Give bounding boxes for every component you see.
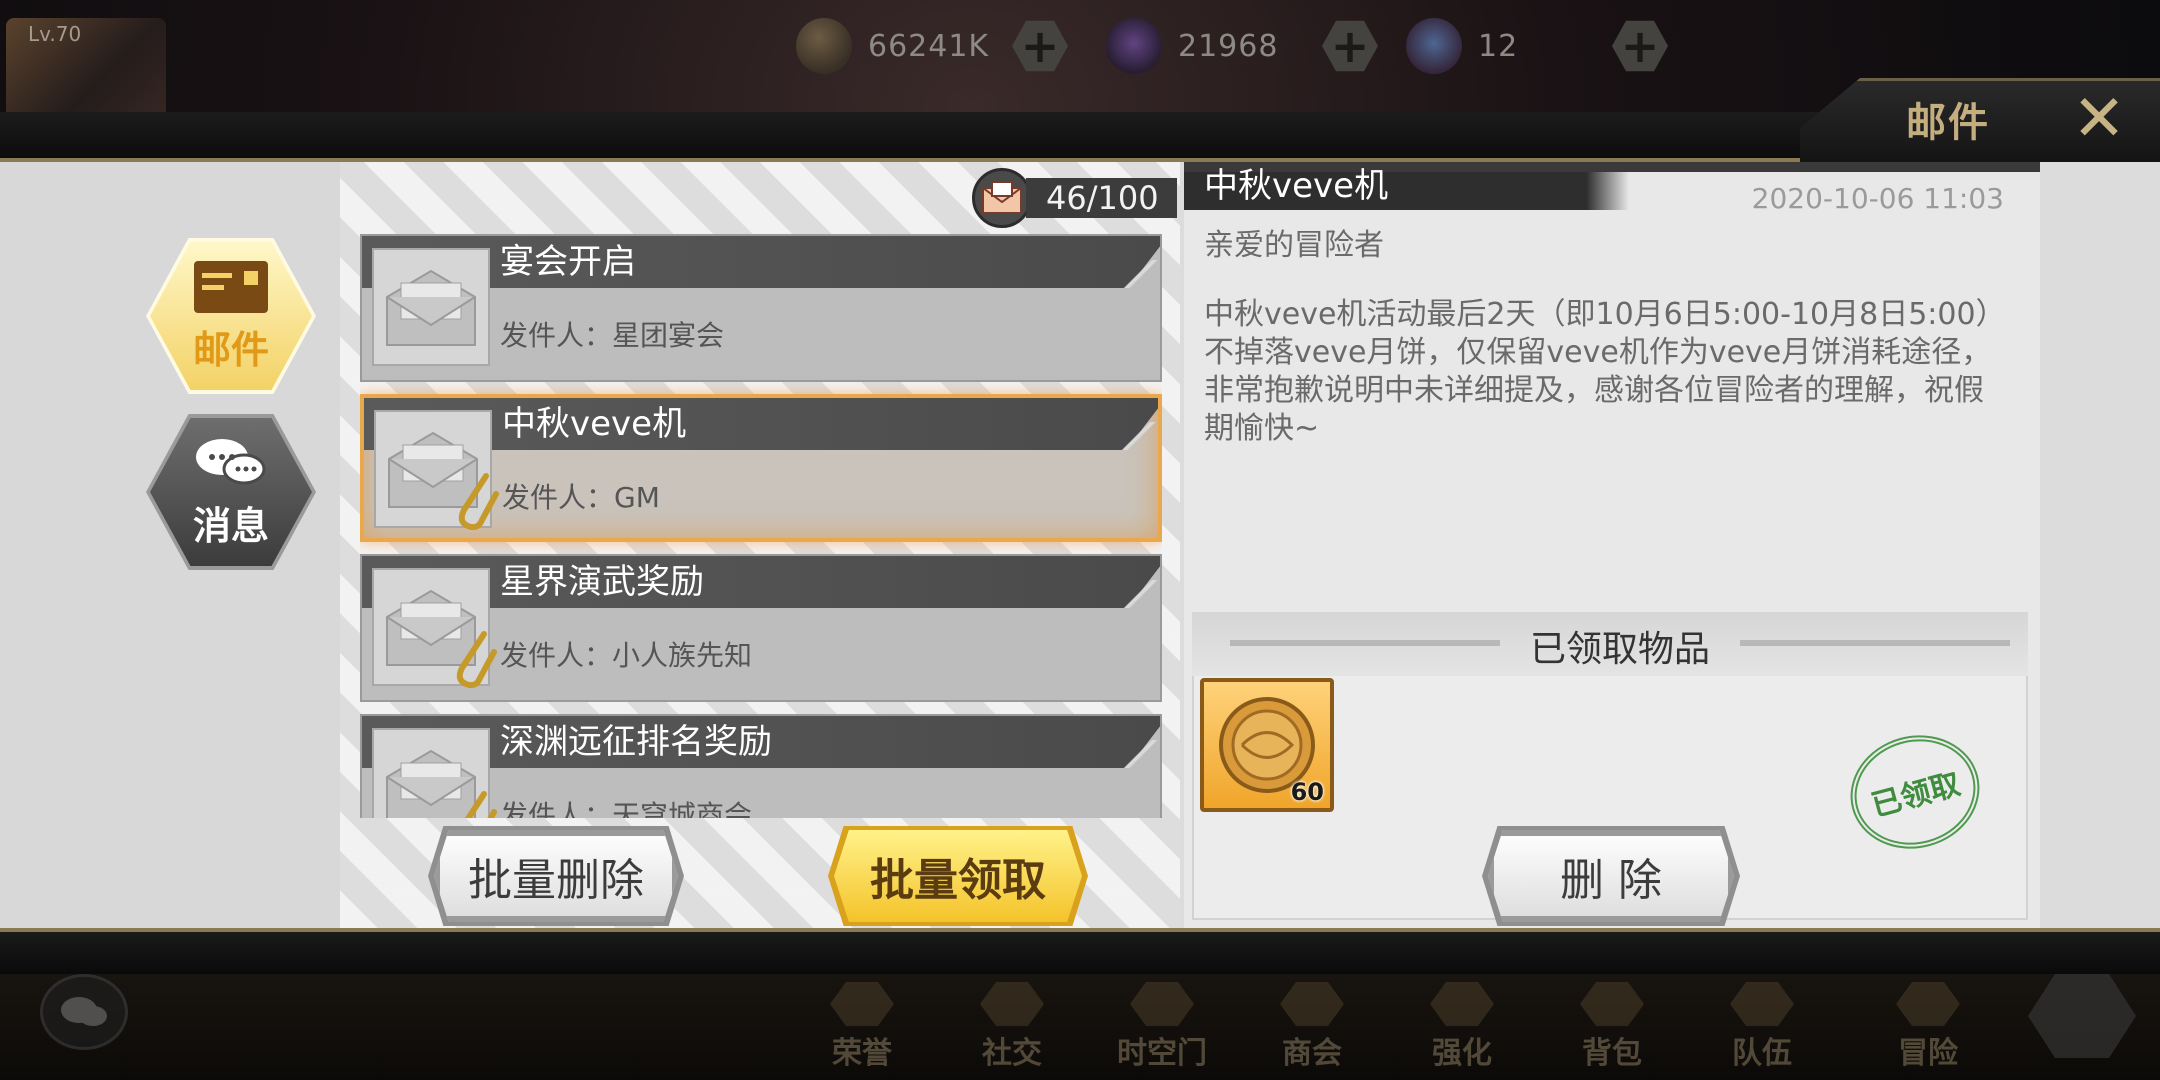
nav-label: 商会 [1282, 1036, 1342, 1071]
paperclip-icon [456, 631, 497, 689]
token-resource: 12 + [1406, 18, 1668, 74]
guild-icon [1280, 982, 1344, 1026]
mail-item[interactable]: 深渊远征排名奖励 发件人：天穹城商会 [360, 714, 1162, 818]
batch-delete-button[interactable]: 批量删除 [434, 830, 678, 922]
nav-label: 荣誉 [832, 1036, 892, 1071]
nav-label: 冒险 [1898, 1036, 1958, 1071]
gold-value: 66241K [868, 28, 990, 64]
close-button[interactable]: ✕ [2068, 87, 2130, 151]
mail-item-sender: 发件人：GM [502, 481, 660, 514]
purple-gem-icon [1106, 18, 1162, 74]
frame-bottom [0, 928, 2160, 974]
team-icon [1730, 982, 1794, 1026]
nav-label: 社交 [982, 1036, 1042, 1071]
chat-button[interactable] [40, 974, 128, 1050]
mail-count: 46/100 [1026, 178, 1177, 218]
mail-detail-title: 中秋veve机 [1204, 166, 1389, 206]
mail-item-sender: 发件人：星团宴会 [500, 319, 725, 352]
portal-icon [1130, 982, 1194, 1026]
opened-envelope-icon [372, 248, 490, 366]
corner-decoration [1120, 740, 1160, 768]
nav-portal[interactable]: 时空门 [1092, 980, 1232, 1072]
mail-timestamp: 2020-10-06 11:03 [1751, 182, 2004, 215]
nav-honor[interactable]: 荣誉 [792, 980, 932, 1072]
mail-greeting: 亲爱的冒险者 [1204, 228, 1384, 263]
mail-item-selected[interactable]: 中秋veve机 发件人：GM [360, 394, 1162, 542]
window-title: 邮件 [1906, 100, 1990, 146]
gem-value: 21968 [1178, 28, 1279, 64]
bag-icon [1580, 982, 1644, 1026]
mail-item[interactable]: 宴会开启 发件人：星团宴会 [360, 234, 1162, 382]
nav-bag[interactable]: 背包 [1542, 980, 1682, 1072]
tab-mail-label: 邮件 [192, 327, 269, 372]
nav-label: 队伍 [1732, 1036, 1792, 1071]
chat-icon [61, 997, 107, 1026]
nav-label: 背包 [1582, 1036, 1642, 1071]
corner-decoration [1120, 580, 1160, 608]
nav-label: 强化 [1432, 1036, 1492, 1071]
envelope-icon [972, 168, 1032, 228]
enhance-icon [1430, 982, 1494, 1026]
chat-bubbles-icon [196, 438, 266, 484]
gold-resource: 66241K + [796, 18, 1068, 74]
paperclip-icon [458, 473, 499, 531]
honor-icon [830, 982, 894, 1026]
nav-guild[interactable]: 商会 [1242, 980, 1382, 1072]
mail-counter: 46/100 [972, 168, 1177, 228]
rewards-divider-right [1740, 640, 2010, 646]
mail-list[interactable]: 宴会开启 发件人：星团宴会 中秋veve机 发件人：GM 星界演武奖励 发件人：… [360, 234, 1162, 818]
social-icon [980, 982, 1044, 1026]
add-gold-button[interactable]: + [1012, 20, 1068, 72]
mail-item-title: 星界演武奖励 [500, 562, 704, 602]
paperclip-icon [464, 791, 497, 818]
mail-item-title: 中秋veve机 [502, 404, 687, 444]
mail-item-sender: 发件人：天穹城商会 [500, 799, 753, 818]
delete-button[interactable]: 删 除 [1488, 830, 1734, 922]
mail-body: 中秋veve机活动最后2天（即10月6日5:00-10月8日5:00）不掉落ve… [1204, 297, 2006, 446]
nav-adventure[interactable]: 冒险 [1858, 980, 1998, 1072]
corner-decoration [1118, 422, 1158, 450]
disk-token-icon [1406, 18, 1462, 74]
rewards-title: 已领取物品 [1529, 629, 1710, 670]
add-token-button[interactable]: + [1612, 20, 1668, 72]
reward-item-quantity: 60 [1290, 778, 1324, 806]
gem-resource: 21968 + [1106, 18, 1378, 74]
adventure-icon [1896, 982, 1960, 1026]
tab-messages-label: 消息 [192, 503, 269, 548]
mail-item-title: 宴会开启 [500, 242, 636, 282]
token-value: 12 [1478, 28, 1519, 64]
mail-item-title: 深渊远征排名奖励 [500, 722, 772, 762]
reward-item-slot[interactable]: 60 [1200, 678, 1334, 812]
nav-social[interactable]: 社交 [942, 980, 1082, 1072]
gold-coin-icon [796, 18, 852, 74]
add-gem-button[interactable]: + [1322, 20, 1378, 72]
nav-team[interactable]: 队伍 [1692, 980, 1832, 1072]
stamp-text: 已领取 [1867, 766, 1964, 824]
nav-enhance[interactable]: 强化 [1392, 980, 1532, 1072]
mail-icon [194, 260, 268, 313]
rewards-divider-left [1230, 640, 1500, 646]
nav-label: 时空门 [1117, 1036, 1207, 1071]
corner-decoration [1120, 260, 1160, 288]
batch-claim-button[interactable]: 批量领取 [834, 830, 1082, 922]
player-level: Lv.70 [28, 22, 82, 46]
mail-item-sender: 发件人：小人族先知 [500, 639, 753, 672]
mail-item[interactable]: 星界演武奖励 发件人：小人族先知 [360, 554, 1162, 702]
